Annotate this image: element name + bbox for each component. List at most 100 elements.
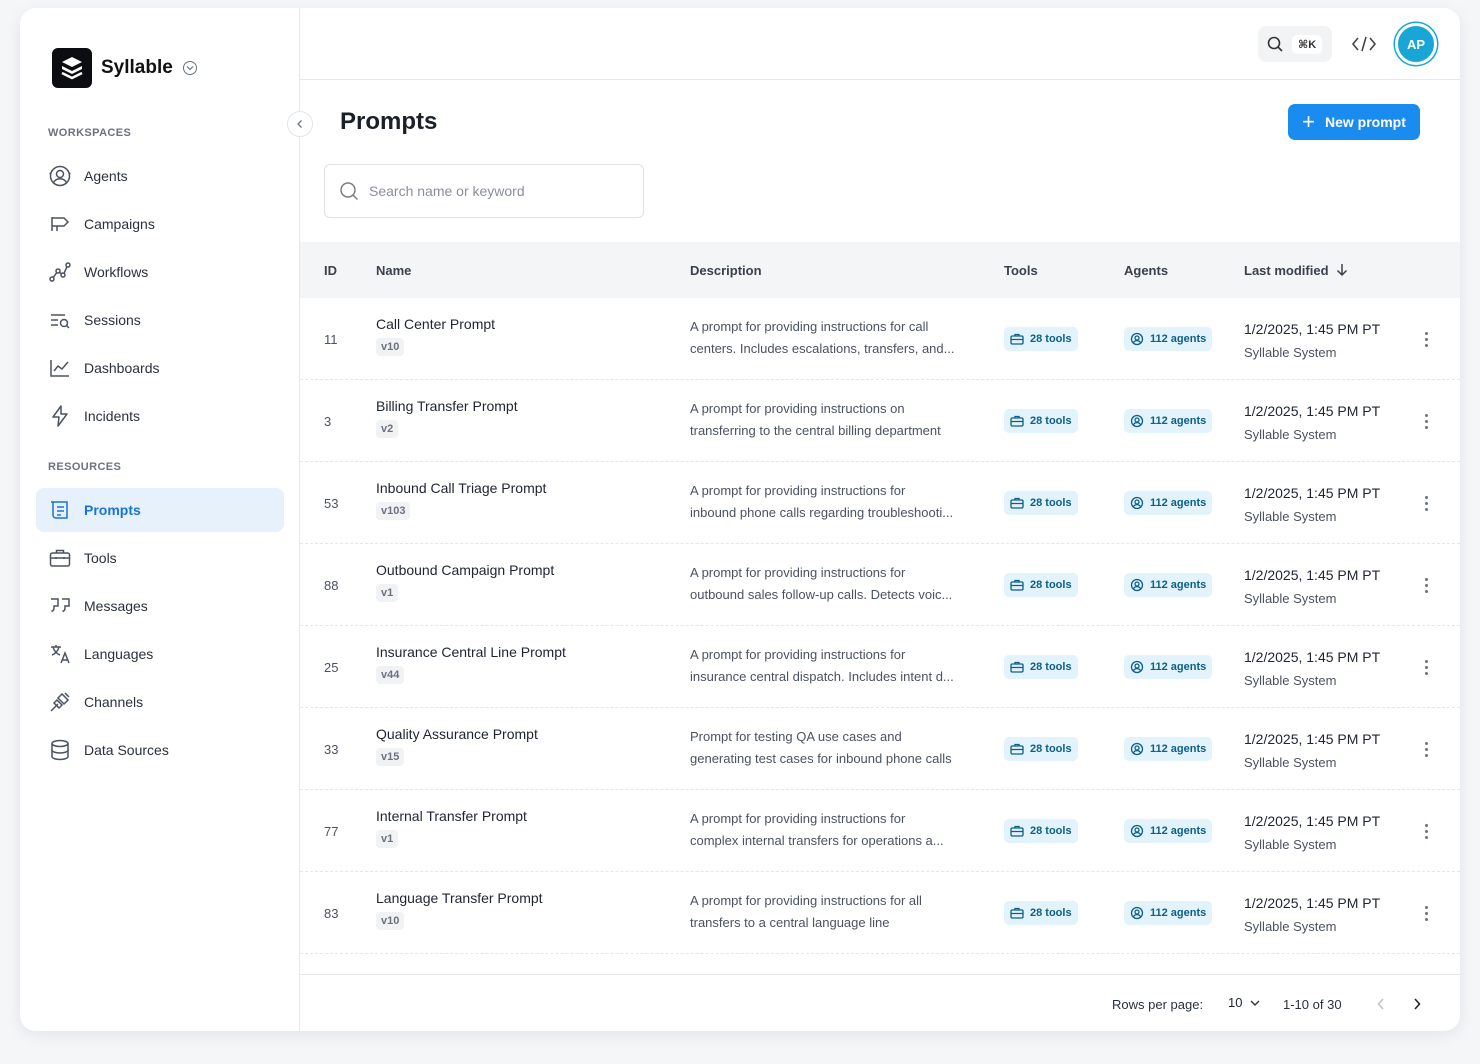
- code-icon[interactable]: [1350, 30, 1378, 58]
- chevron-left-icon: [297, 120, 302, 128]
- sidebar-item-dashboards[interactable]: Dashboards: [36, 346, 284, 390]
- agents-icon: [1130, 578, 1144, 592]
- agents-badge[interactable]: 112 agents: [1124, 409, 1213, 433]
- row-name-cell: Quality Assurance Prompt v15: [376, 726, 538, 766]
- search-input[interactable]: [369, 183, 629, 199]
- agents-count: 112 agents: [1150, 661, 1207, 673]
- agents-badge[interactable]: 112 agents: [1124, 573, 1213, 597]
- tools-badge[interactable]: 28 tools: [1004, 737, 1078, 761]
- agents-badge[interactable]: 112 agents: [1124, 901, 1213, 925]
- more-options-icon[interactable]: [1414, 655, 1438, 679]
- tools-badge[interactable]: 28 tools: [1004, 819, 1078, 843]
- modified-date: 1/2/2025, 1:45 PM PT: [1244, 403, 1381, 419]
- tools-badge[interactable]: 28 tools: [1004, 573, 1078, 597]
- more-options-icon[interactable]: [1414, 901, 1438, 925]
- column-header-id[interactable]: ID: [324, 242, 337, 298]
- sidebar-item-label: Data Sources: [84, 742, 169, 758]
- rows-per-page-select[interactable]: 10: [1228, 995, 1260, 1010]
- sidebar-item-workflows[interactable]: Workflows: [36, 250, 284, 294]
- sidebar-item-incidents[interactable]: Incidents: [36, 394, 284, 438]
- version-badge: v10: [376, 338, 405, 356]
- row-id: 53: [324, 495, 339, 511]
- row-id: 25: [324, 659, 339, 675]
- more-options-icon[interactable]: [1414, 327, 1438, 351]
- new-prompt-button[interactable]: + New prompt: [1288, 104, 1420, 140]
- prompt-name[interactable]: Billing Transfer Prompt: [376, 398, 518, 414]
- prompt-name[interactable]: Quality Assurance Prompt: [376, 726, 538, 742]
- agents-icon: [1130, 742, 1144, 756]
- agents-badge[interactable]: 112 agents: [1124, 737, 1213, 761]
- table-row[interactable]: 3 Billing Transfer Prompt v2 A prompt for p…: [300, 380, 1460, 462]
- sidebar-item-agents[interactable]: Agents: [36, 154, 284, 198]
- agents-badge[interactable]: 112 agents: [1124, 819, 1213, 843]
- prompt-name[interactable]: Outbound Campaign Prompt: [376, 562, 554, 578]
- row-description: A prompt for providing instructions for i…: [690, 644, 980, 688]
- sidebar-item-data-sources[interactable]: Data Sources: [36, 728, 284, 772]
- table-row[interactable]: 88 Outbound Campaign Prompt v1 A prompt for…: [300, 544, 1460, 626]
- column-header-name[interactable]: Name: [376, 242, 411, 298]
- prompt-name[interactable]: Language Transfer Prompt: [376, 890, 543, 906]
- agents-icon: [48, 164, 72, 188]
- next-page-button[interactable]: [1404, 991, 1430, 1017]
- sidebar-item-languages[interactable]: Languages: [36, 632, 284, 676]
- tools-badge[interactable]: 28 tools: [1004, 491, 1078, 515]
- collapse-sidebar-button[interactable]: [287, 111, 313, 137]
- sidebar-item-channels[interactable]: Channels: [36, 680, 284, 724]
- row-last-modified: 1/2/2025, 1:45 PM PT Syllable System: [1244, 728, 1380, 774]
- table-row[interactable]: 77 Internal Transfer Prompt v1 A prompt for…: [300, 790, 1460, 872]
- row-last-modified: 1/2/2025, 1:45 PM PT Syllable System: [1244, 646, 1380, 692]
- row-description: A prompt for providing instructions for c…: [690, 808, 980, 852]
- more-options-icon[interactable]: [1414, 573, 1438, 597]
- avatar[interactable]: AP: [1395, 23, 1437, 65]
- table-row[interactable]: 11 Call Center Prompt v10 A prompt for prov…: [300, 298, 1460, 380]
- column-header-last-modified[interactable]: Last modified: [1244, 242, 1348, 298]
- tools-badge[interactable]: 28 tools: [1004, 901, 1078, 925]
- description-line: A prompt for providing instructions for: [690, 811, 906, 826]
- sidebar-item-prompts[interactable]: Prompts: [36, 488, 284, 532]
- modified-date: 1/2/2025, 1:45 PM PT: [1244, 895, 1381, 911]
- modified-by: Syllable System: [1244, 427, 1337, 442]
- column-header-agents[interactable]: Agents: [1124, 242, 1168, 298]
- row-name-cell: Internal Transfer Prompt v1: [376, 808, 527, 848]
- more-options-icon[interactable]: [1414, 409, 1438, 433]
- description-line: insurance central dispatch. Includes int…: [690, 669, 954, 684]
- prompt-name[interactable]: Internal Transfer Prompt: [376, 808, 527, 824]
- chevron-down-icon: [1250, 1000, 1260, 1006]
- more-options-icon[interactable]: [1414, 819, 1438, 843]
- sidebar-item-sessions[interactable]: Sessions: [36, 298, 284, 342]
- tools-badge[interactable]: 28 tools: [1004, 409, 1078, 433]
- modified-date: 1/2/2025, 1:45 PM PT: [1244, 567, 1381, 583]
- more-options-icon[interactable]: [1414, 737, 1438, 761]
- chevron-down-icon[interactable]: [182, 61, 197, 75]
- plus-icon: +: [1302, 109, 1315, 134]
- prompt-name[interactable]: Call Center Prompt: [376, 316, 495, 332]
- sidebar-item-campaigns[interactable]: Campaigns: [36, 202, 284, 246]
- syllable-logo-icon: [52, 48, 92, 88]
- tools-count: 28 tools: [1030, 743, 1072, 755]
- agents-badge[interactable]: 112 agents: [1124, 655, 1213, 679]
- agents-badge[interactable]: 112 agents: [1124, 491, 1213, 515]
- table-row[interactable]: 25 Insurance Central Line Prompt v44 A prom…: [300, 626, 1460, 708]
- column-header-description[interactable]: Description: [690, 242, 762, 298]
- table-row[interactable]: 83 Language Transfer Prompt v10 A prompt fo…: [300, 872, 1460, 954]
- tools-count: 28 tools: [1030, 825, 1072, 837]
- sidebar-item-tools[interactable]: Tools: [36, 536, 284, 580]
- table-row[interactable]: 33 Quality Assurance Prompt v15 Prompt for …: [300, 708, 1460, 790]
- previous-page-button[interactable]: [1368, 991, 1394, 1017]
- brand[interactable]: Syllable: [52, 48, 197, 88]
- tools-badge[interactable]: 28 tools: [1004, 327, 1078, 351]
- prompt-name[interactable]: Insurance Central Line Prompt: [376, 644, 566, 660]
- column-header-tools[interactable]: Tools: [1004, 242, 1038, 298]
- row-name-cell: Call Center Prompt v10: [376, 316, 495, 356]
- global-search-button[interactable]: ⌘K: [1258, 26, 1332, 62]
- chart-icon: [48, 356, 72, 380]
- prompt-name[interactable]: Inbound Call Triage Prompt: [376, 480, 546, 496]
- tools-badge[interactable]: 28 tools: [1004, 655, 1078, 679]
- table-row[interactable]: 53 Inbound Call Triage Prompt v103 A prompt…: [300, 462, 1460, 544]
- sidebar-item-messages[interactable]: Messages: [36, 584, 284, 628]
- agents-badge[interactable]: 112 agents: [1124, 327, 1213, 351]
- search-field[interactable]: [324, 164, 644, 218]
- row-id: 88: [324, 577, 339, 593]
- more-options-icon[interactable]: [1414, 491, 1438, 515]
- version-badge: v15: [376, 748, 405, 766]
